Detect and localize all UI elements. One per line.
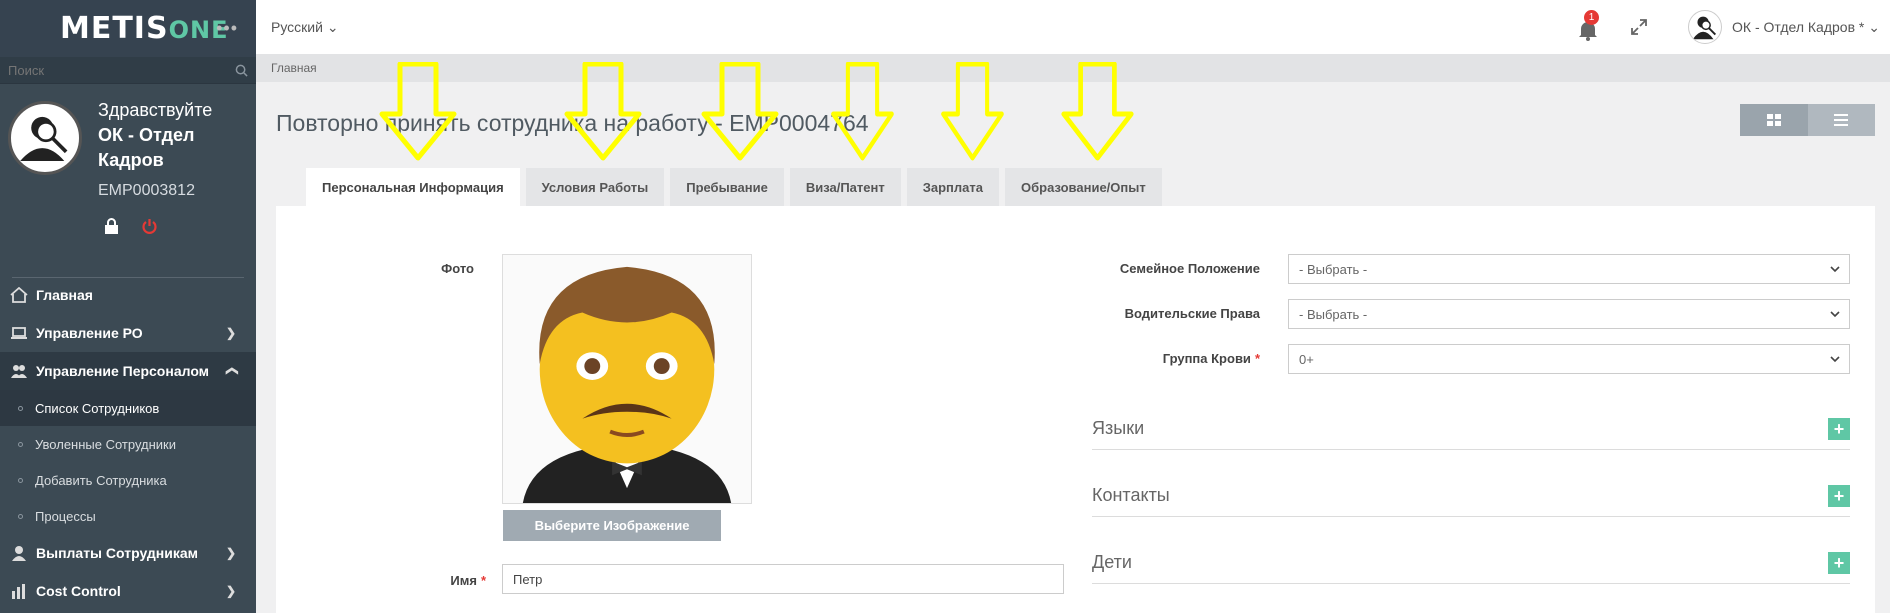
logo[interactable]: METISONE [60, 11, 228, 46]
power-icon[interactable] [141, 218, 158, 235]
list-icon [1834, 114, 1849, 126]
sidebar-subitem-add-employee[interactable]: Добавить Сотрудника [0, 462, 256, 498]
marital-status-select[interactable]: - Выбрать - [1288, 254, 1850, 284]
driver-license-select[interactable]: - Выбрать - [1288, 299, 1850, 329]
sidebar-item-ro[interactable]: Управление РО ❯ [0, 314, 256, 352]
chevron-down-icon: ⌄ [1868, 18, 1880, 35]
user-name: ОК - Отдел Кадров [98, 125, 195, 170]
sidebar-item-personnel[interactable]: Управление Персоналом ❯ [0, 352, 256, 390]
bullet-icon [18, 513, 23, 519]
tab-visa-patent[interactable]: Виза/Патент [789, 168, 901, 206]
avatar [8, 101, 82, 175]
logo-bar: METISONE ••• [0, 0, 256, 57]
annotation-arrow-icon [941, 62, 1004, 161]
first-name-input[interactable]: Петр [502, 564, 1064, 594]
first-name-label: Имя * [450, 573, 486, 588]
add-child-button[interactable]: + [1828, 552, 1850, 574]
employee-photo [503, 255, 751, 503]
chevron-down-icon [1830, 311, 1840, 318]
chevron-down-icon [1830, 266, 1840, 273]
annotation-arrow-icon [379, 62, 457, 161]
section-title: Дети [1092, 552, 1132, 572]
user-search-icon [20, 116, 68, 161]
bar-chart-icon [12, 584, 25, 599]
sidebar-subitem-processes[interactable]: Процессы [0, 498, 256, 534]
topbar-right: 1 ОК - Отдел Кадров * ⌄ [1572, 0, 1880, 54]
sidebar-search [0, 57, 256, 84]
blood-group-select[interactable]: 0+ [1288, 344, 1850, 374]
topbar: Русский ⌄ 1 ОК - Отдел Кадров * ⌄ [256, 0, 1890, 54]
tab-personal-info[interactable]: Персональная Информация [306, 168, 520, 206]
grid-icon [1766, 114, 1781, 126]
annotation-arrow-icon [1061, 62, 1134, 161]
sidebar-subitem-employees[interactable]: Список Сотрудников [0, 390, 256, 426]
profile-block: Здравствуйте ОК - Отдел Кадров EMP000381… [0, 84, 256, 244]
annotation-arrow-icon [701, 62, 779, 161]
chevron-down-icon: ❯ [225, 584, 236, 598]
chevron-down-icon: ❯ [225, 546, 236, 560]
chevron-down-icon [1830, 356, 1840, 363]
language-select[interactable]: Русский ⌄ [271, 19, 339, 36]
photo-label: Фото [441, 261, 474, 276]
bullet-icon [18, 477, 23, 483]
notifications[interactable]: 1 [1572, 10, 1602, 42]
profile-actions [104, 218, 158, 235]
sidebar-menu: Главная Управление РО ❯ Управление Персо… [0, 276, 256, 610]
driver-license-label: Водительские Права [1124, 306, 1260, 321]
tab-stay[interactable]: Пребывание [670, 168, 784, 206]
chevron-up-icon: ❯ [223, 365, 238, 377]
chevron-down-icon: ❯ [225, 326, 236, 340]
chevron-down-icon: ⌄ [326, 18, 339, 35]
user-avatar[interactable] [1688, 10, 1723, 44]
bullet-icon [18, 441, 23, 447]
list-view-button[interactable] [1807, 104, 1875, 136]
tab-salary[interactable]: Зарплата [906, 168, 999, 206]
more-dots-icon[interactable]: ••• [216, 18, 238, 39]
view-toggle [1740, 104, 1875, 136]
bullet-icon [18, 405, 23, 411]
search-input[interactable] [8, 62, 235, 78]
section-children: Дети + [1092, 548, 1850, 584]
laptop-icon [11, 327, 27, 339]
tab-education[interactable]: Образование/Опыт [1005, 168, 1162, 206]
employee-id: EMP0003812 [98, 182, 195, 199]
add-contact-button[interactable]: + [1828, 485, 1850, 507]
search-icon[interactable] [235, 64, 248, 77]
tab-bar: Персональная Информация Условия Работы П… [306, 168, 1162, 206]
greeting-text: Здравствуйте ОК - Отдел Кадров [98, 98, 228, 173]
section-languages: Языки + [1092, 414, 1850, 450]
add-language-button[interactable]: + [1828, 418, 1850, 440]
marital-status-label: Семейное Положение [1119, 261, 1260, 276]
tab-work-conditions[interactable]: Условия Работы [525, 168, 665, 206]
home-icon [10, 287, 28, 303]
sidebar-item-cost-control[interactable]: Cost Control ❯ [0, 572, 256, 610]
lock-icon[interactable] [104, 218, 119, 235]
user-menu[interactable]: ОК - Отдел Кадров * ⌄ [1732, 19, 1880, 36]
annotation-arrow-icon [564, 62, 642, 161]
section-title: Языки [1092, 418, 1145, 438]
grid-view-button[interactable] [1740, 104, 1808, 136]
user-icon [12, 546, 26, 561]
section-contacts: Контакты + [1092, 481, 1850, 517]
section-title: Контакты [1092, 485, 1170, 505]
sidebar: METISONE ••• Здравствуйте ОК - Отдел Кад… [0, 0, 256, 613]
sidebar-item-home[interactable]: Главная [0, 276, 256, 314]
users-icon [11, 365, 27, 378]
sidebar-subitem-dismissed[interactable]: Уволенные Сотрудники [0, 426, 256, 462]
fullscreen-icon[interactable] [1630, 18, 1648, 36]
choose-image-button[interactable]: Выберите Изображение [503, 510, 721, 541]
annotation-arrow-icon [831, 62, 894, 161]
notification-badge: 1 [1584, 10, 1600, 25]
blood-group-label: Группа Крови * [1162, 351, 1260, 366]
sidebar-item-payments[interactable]: Выплаты Сотрудникам ❯ [0, 534, 256, 572]
breadcrumb-home[interactable]: Главная [271, 61, 317, 75]
photo-preview [502, 254, 752, 504]
user-search-icon [1692, 16, 1717, 40]
